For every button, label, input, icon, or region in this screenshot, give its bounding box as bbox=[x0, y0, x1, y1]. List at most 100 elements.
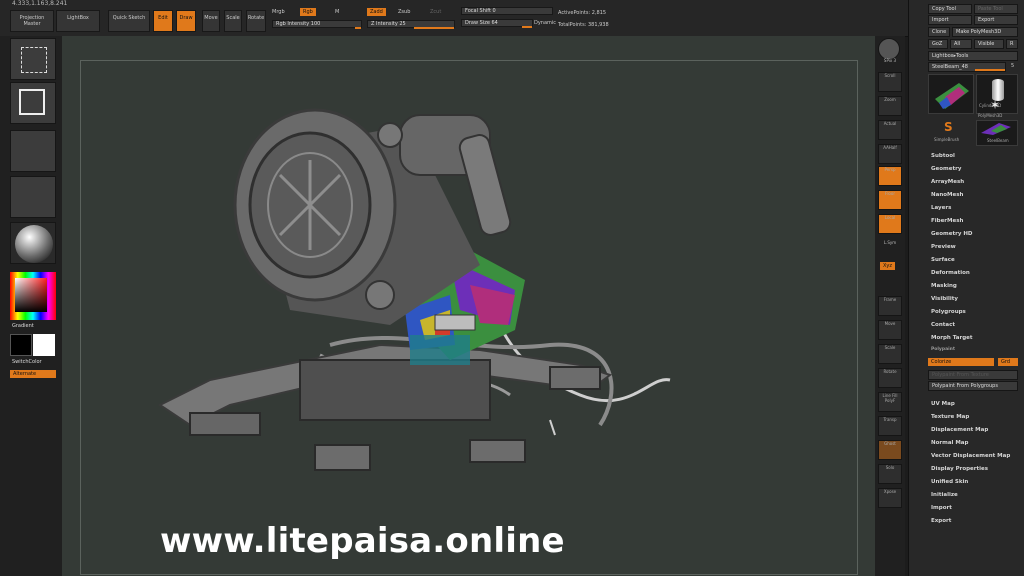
zadd-toggle[interactable]: Zadd bbox=[367, 8, 386, 16]
focal-shift-slider[interactable]: Focal Shift 0 bbox=[461, 7, 553, 15]
m-toggle[interactable]: M bbox=[335, 9, 339, 15]
coordinate-readout: 4.333,1.163,8.241 bbox=[12, 0, 68, 7]
menu-fibermesh[interactable]: FiberMesh bbox=[931, 218, 963, 224]
menu-normal-map[interactable]: Normal Map bbox=[931, 440, 968, 446]
dynamic-toggle[interactable]: Dynamic bbox=[534, 20, 556, 26]
colorize-button[interactable]: Colorize bbox=[928, 358, 994, 366]
menu-layers[interactable]: Layers bbox=[931, 205, 951, 211]
menu-initialize[interactable]: Initialize bbox=[931, 492, 958, 498]
menu-preview[interactable]: Preview bbox=[931, 244, 956, 250]
zoom-button[interactable]: Zoom bbox=[878, 96, 902, 116]
visible-button[interactable]: Visible bbox=[974, 39, 1004, 49]
lightbox-button[interactable]: LightBox bbox=[56, 10, 100, 32]
alternate-button[interactable]: Alternate bbox=[10, 370, 56, 378]
menu-geometry[interactable]: Geometry bbox=[931, 166, 961, 172]
grd-button[interactable]: Grd bbox=[998, 358, 1018, 366]
lsym-button[interactable]: L.Sym bbox=[876, 240, 904, 245]
scale-button[interactable]: Scale bbox=[224, 10, 242, 32]
material-thumbnail[interactable] bbox=[10, 222, 56, 264]
frame-button[interactable]: Frame bbox=[878, 296, 902, 316]
bpr-button[interactable] bbox=[878, 38, 900, 60]
menu-contact[interactable]: Contact bbox=[931, 322, 955, 328]
main-color-swatch[interactable] bbox=[10, 334, 32, 356]
make-polymesh-button[interactable]: Make PolyMesh3D bbox=[952, 27, 1018, 37]
polypaint-from-polygroups-button[interactable]: Polypaint From Polygroups bbox=[928, 381, 1018, 391]
menu-masking[interactable]: Masking bbox=[931, 283, 957, 289]
z-intensity-slider[interactable]: Z Intensity 25 bbox=[367, 20, 455, 29]
move-button[interactable]: Move bbox=[202, 10, 220, 32]
paste-tool-button[interactable]: Paste Tool bbox=[974, 4, 1018, 14]
menu-arraymesh[interactable]: ArrayMesh bbox=[931, 179, 964, 185]
menu-nanomesh[interactable]: NanoMesh bbox=[931, 192, 963, 198]
r-button[interactable]: R bbox=[1006, 39, 1018, 49]
clone-button[interactable]: Clone bbox=[928, 27, 950, 37]
menu-export[interactable]: Export bbox=[931, 518, 951, 524]
tool-thumb-steelbeam[interactable]: SteelBeam bbox=[976, 120, 1018, 146]
menu-unified-skin[interactable]: Unified Skin bbox=[931, 479, 968, 485]
copy-tool-button[interactable]: Copy Tool bbox=[928, 4, 972, 14]
all-button[interactable]: All bbox=[950, 39, 972, 49]
quick-sketch-button[interactable]: Quick Sketch bbox=[108, 10, 150, 32]
tool-thumb-polymesh[interactable]: ✶ PolyMesh3D bbox=[976, 98, 1018, 120]
polyframe-button[interactable]: Line Fill PolyF bbox=[878, 392, 902, 412]
menu-deformation[interactable]: Deformation bbox=[931, 270, 970, 276]
menu-subtool[interactable]: Subtool bbox=[931, 153, 955, 159]
menu-vector-displacement-map[interactable]: Vector Displacement Map bbox=[931, 453, 1010, 459]
move-view-button[interactable]: Move bbox=[878, 320, 902, 340]
scroll-button[interactable]: Scroll bbox=[878, 72, 902, 92]
polymesh-label: PolyMesh3D bbox=[978, 113, 1003, 118]
steelbeam-slider[interactable]: SteelBeam_48 bbox=[928, 62, 1006, 72]
menu-display-properties[interactable]: Display Properties bbox=[931, 466, 988, 472]
polypaint-from-texture-button[interactable]: Polypaint From Texture bbox=[928, 370, 1018, 380]
transp-button[interactable]: Transp bbox=[878, 416, 902, 436]
tool-thumb-simplebrush[interactable]: S SimpleBrush bbox=[928, 120, 974, 146]
color-picker[interactable] bbox=[10, 272, 56, 320]
menu-polypaint[interactable]: Polypaint bbox=[931, 347, 955, 352]
draw-size-slider[interactable]: Draw Size 64 bbox=[461, 19, 533, 28]
draw-button[interactable]: Draw bbox=[176, 10, 196, 32]
zsub-toggle[interactable]: Zsub bbox=[398, 9, 410, 15]
edit-button[interactable]: Edit bbox=[153, 10, 173, 32]
switch-color-button[interactable]: SwitchColor bbox=[12, 359, 42, 365]
menu-visibility[interactable]: Visibility bbox=[931, 296, 958, 302]
floor-button[interactable]: Floor bbox=[878, 190, 902, 210]
actual-button[interactable]: Actual bbox=[878, 120, 902, 140]
menu-surface[interactable]: Surface bbox=[931, 257, 955, 263]
ghost-button[interactable]: Ghost bbox=[878, 440, 902, 460]
mrgb-toggle[interactable]: Mrgb bbox=[272, 9, 285, 15]
secondary-color-swatch[interactable] bbox=[33, 334, 55, 356]
zcut-toggle[interactable]: Zcut bbox=[430, 9, 441, 15]
xyz-button[interactable]: Xyz bbox=[880, 262, 896, 270]
lightbox-tools-button[interactable]: Lightbox▸Tools bbox=[928, 51, 1018, 61]
local-button[interactable]: Local bbox=[878, 214, 902, 234]
3d-model-viewport[interactable] bbox=[150, 95, 680, 495]
import-button[interactable]: Import bbox=[928, 15, 972, 25]
menu-uv-map[interactable]: UV Map bbox=[931, 401, 955, 407]
stroke-thumbnail[interactable] bbox=[10, 82, 56, 124]
scale-view-button[interactable]: Scale bbox=[878, 344, 902, 364]
menu-displacement-map[interactable]: Displacement Map bbox=[931, 427, 988, 433]
texture-thumbnail[interactable] bbox=[10, 176, 56, 218]
projection-master-button[interactable]: Projection Master bbox=[10, 10, 54, 32]
rotate-view-button[interactable]: Rotate bbox=[878, 368, 902, 388]
solo-button[interactable]: Solo bbox=[878, 464, 902, 484]
persp-button[interactable]: Persp bbox=[878, 166, 902, 186]
tool-thumb-current[interactable] bbox=[928, 74, 974, 114]
aahalf-button[interactable]: AAHalf bbox=[878, 144, 902, 164]
menu-geometry-hd[interactable]: Geometry HD bbox=[931, 231, 973, 237]
rgb-toggle[interactable]: Rgb bbox=[300, 8, 316, 16]
menu-import[interactable]: Import bbox=[931, 505, 952, 511]
brush-thumbnail[interactable] bbox=[10, 38, 56, 80]
alpha-thumbnail[interactable] bbox=[10, 130, 56, 172]
export-button[interactable]: Export bbox=[974, 15, 1018, 25]
steelbeam-value: 5 bbox=[1011, 63, 1015, 69]
menu-morph-target[interactable]: Morph Target bbox=[931, 335, 973, 341]
total-points-readout: TotalPoints: 381,938 bbox=[558, 22, 609, 28]
rgb-intensity-slider[interactable]: Rgb Intensity 100 bbox=[272, 20, 362, 29]
color-square[interactable] bbox=[15, 278, 47, 312]
menu-polygroups[interactable]: Polygroups bbox=[931, 309, 966, 315]
menu-texture-map[interactable]: Texture Map bbox=[931, 414, 969, 420]
xpose-button[interactable]: Xpose bbox=[878, 488, 902, 508]
goz-button[interactable]: GoZ bbox=[928, 39, 948, 49]
rotate-button[interactable]: Rotate bbox=[246, 10, 266, 32]
